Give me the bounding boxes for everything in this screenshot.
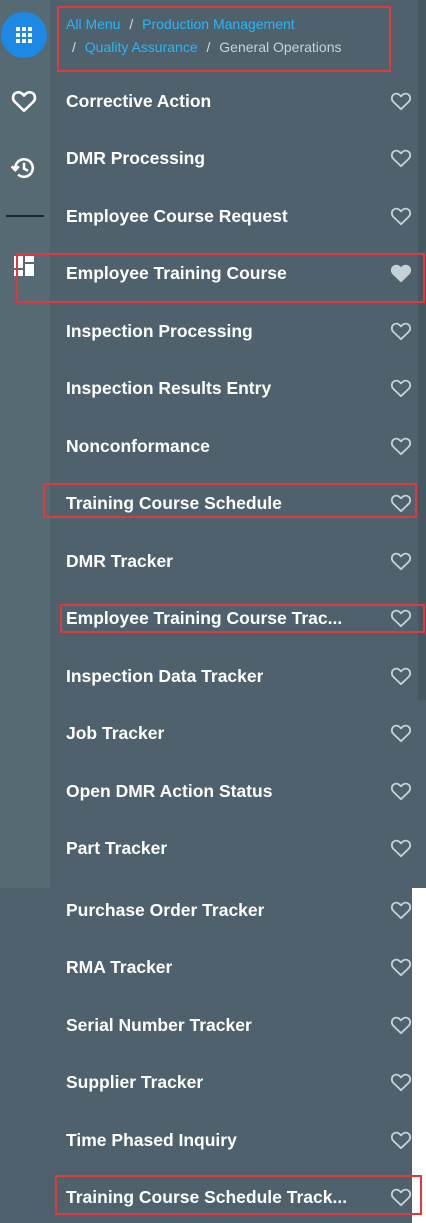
menu-item-rma-tracker[interactable]: RMA Tracker bbox=[66, 947, 412, 987]
favorite-heart-icon[interactable] bbox=[390, 1071, 412, 1093]
menu-item-label: Time Phased Inquiry bbox=[66, 1129, 237, 1150]
menu-item-label: Inspection Processing bbox=[66, 320, 253, 341]
breadcrumb-link-production-management[interactable]: Production Management bbox=[142, 16, 295, 32]
favorite-heart-icon[interactable] bbox=[390, 435, 412, 457]
menu-item-open-dmr-action-status[interactable]: Open DMR Action Status bbox=[66, 771, 412, 811]
menu-item-inspection-processing[interactable]: Inspection Processing bbox=[66, 311, 412, 351]
menu-item-label: Serial Number Tracker bbox=[66, 1014, 252, 1035]
menu-item-label: Training Course Schedule Track... bbox=[66, 1186, 348, 1207]
breadcrumb-separator: / bbox=[206, 39, 211, 55]
breadcrumb: All Menu / Production Management / Quali… bbox=[66, 13, 386, 59]
menu-item-label: Employee Training Course Trac... bbox=[66, 607, 343, 628]
menu-item-label: Employee Course Request bbox=[66, 205, 288, 226]
menu-panel-bottom bbox=[0, 888, 412, 1223]
menu-item-purchase-order-tracker[interactable]: Purchase Order Tracker bbox=[66, 890, 412, 930]
left-rail bbox=[0, 0, 50, 888]
menu-item-employee-training-course-tracker[interactable]: Employee Training Course Trac... bbox=[66, 598, 412, 638]
menu-item-label: Job Tracker bbox=[66, 722, 165, 743]
favorite-heart-filled-icon[interactable] bbox=[390, 262, 412, 284]
menu-item-inspection-data-tracker[interactable]: Inspection Data Tracker bbox=[66, 656, 412, 696]
favorite-heart-icon[interactable] bbox=[390, 837, 412, 859]
menu-item-job-tracker[interactable]: Job Tracker bbox=[66, 713, 412, 753]
breadcrumb-separator: / bbox=[72, 39, 76, 55]
favorite-heart-icon[interactable] bbox=[390, 90, 412, 112]
breadcrumb-separator: / bbox=[129, 16, 134, 32]
history-button[interactable] bbox=[8, 152, 40, 184]
breadcrumb-link-all-menu[interactable]: All Menu bbox=[66, 16, 120, 32]
menu-item-label: Purchase Order Tracker bbox=[66, 899, 265, 920]
dashboard-button[interactable] bbox=[8, 250, 40, 282]
favorite-heart-icon[interactable] bbox=[390, 550, 412, 572]
menu-item-label: DMR Tracker bbox=[66, 550, 173, 571]
breadcrumb-current: General Operations bbox=[219, 39, 342, 55]
favorite-heart-icon[interactable] bbox=[390, 492, 412, 514]
menu-item-serial-number-tracker[interactable]: Serial Number Tracker bbox=[66, 1005, 412, 1045]
menu-item-training-course-schedule[interactable]: Training Course Schedule bbox=[66, 483, 412, 523]
rail-divider bbox=[6, 215, 44, 217]
favorite-heart-icon[interactable] bbox=[390, 722, 412, 744]
history-icon bbox=[10, 157, 34, 179]
dashboard-icon bbox=[14, 256, 34, 276]
breadcrumb-link-quality-assurance[interactable]: Quality Assurance bbox=[85, 39, 198, 55]
menu-item-label: Inspection Results Entry bbox=[66, 377, 272, 398]
menu-item-time-phased-inquiry[interactable]: Time Phased Inquiry bbox=[66, 1120, 412, 1160]
favorite-heart-icon[interactable] bbox=[390, 320, 412, 342]
menu-item-label: Open DMR Action Status bbox=[66, 780, 273, 801]
menu-item-supplier-tracker[interactable]: Supplier Tracker bbox=[66, 1062, 412, 1102]
favorite-heart-icon[interactable] bbox=[390, 1014, 412, 1036]
favorite-heart-icon[interactable] bbox=[390, 147, 412, 169]
menu-item-label: Nonconformance bbox=[66, 435, 210, 456]
menu-item-training-course-schedule-tracker[interactable]: Training Course Schedule Track... bbox=[66, 1177, 412, 1217]
menu-item-dmr-tracker[interactable]: DMR Tracker bbox=[66, 541, 412, 581]
menu-item-label: Corrective Action bbox=[66, 90, 212, 111]
menu-item-label: DMR Processing bbox=[66, 147, 206, 168]
favorite-heart-icon[interactable] bbox=[390, 899, 412, 921]
favorite-heart-icon[interactable] bbox=[390, 780, 412, 802]
favorite-heart-icon[interactable] bbox=[390, 607, 412, 629]
favorites-button[interactable] bbox=[8, 85, 40, 117]
heart-icon bbox=[11, 90, 37, 113]
favorite-heart-icon[interactable] bbox=[390, 205, 412, 227]
scrollbar[interactable] bbox=[418, 0, 426, 700]
menu-item-label: RMA Tracker bbox=[66, 956, 173, 977]
apps-grid-button[interactable] bbox=[1, 12, 47, 58]
menu-item-employee-course-request[interactable]: Employee Course Request bbox=[66, 196, 412, 236]
menu-item-corrective-action[interactable]: Corrective Action bbox=[66, 81, 412, 121]
favorite-heart-icon[interactable] bbox=[390, 377, 412, 399]
menu-item-label: Training Course Schedule bbox=[66, 492, 282, 513]
favorite-heart-icon[interactable] bbox=[390, 665, 412, 687]
menu-item-label: Part Tracker bbox=[66, 837, 168, 858]
menu-item-label: Supplier Tracker bbox=[66, 1071, 204, 1092]
favorite-heart-icon[interactable] bbox=[390, 1186, 412, 1208]
menu-item-label: Inspection Data Tracker bbox=[66, 665, 264, 686]
menu-item-nonconformance[interactable]: Nonconformance bbox=[66, 426, 412, 466]
menu-item-inspection-results-entry[interactable]: Inspection Results Entry bbox=[66, 368, 412, 408]
menu-item-employee-training-course[interactable]: Employee Training Course bbox=[66, 253, 412, 293]
menu-item-label: Employee Training Course bbox=[66, 262, 287, 283]
menu-item-dmr-processing[interactable]: DMR Processing bbox=[66, 138, 412, 178]
favorite-heart-icon[interactable] bbox=[390, 1129, 412, 1151]
apps-grid-icon bbox=[16, 27, 32, 43]
menu-item-part-tracker[interactable]: Part Tracker bbox=[66, 828, 412, 868]
favorite-heart-icon[interactable] bbox=[390, 956, 412, 978]
